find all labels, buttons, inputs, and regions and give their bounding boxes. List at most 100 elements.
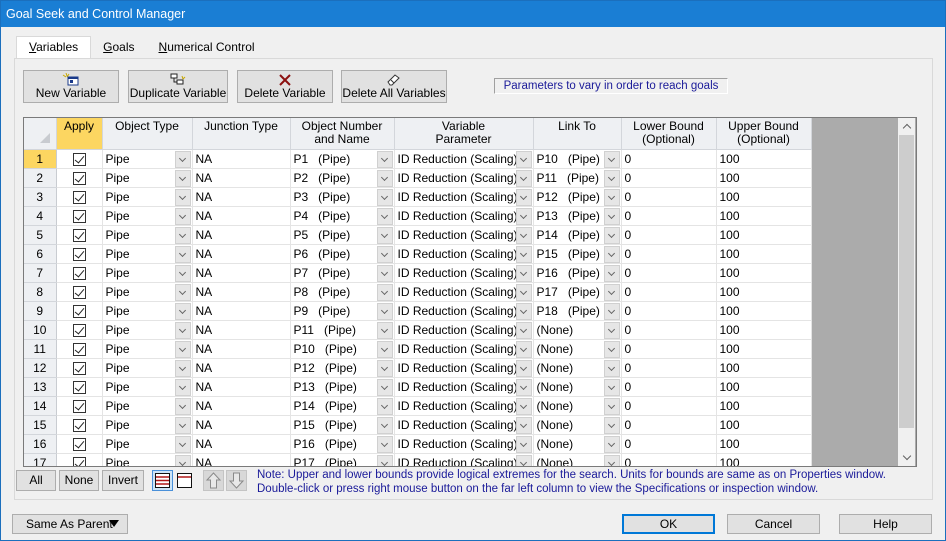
upper-bound-cell[interactable]: 100 (716, 244, 812, 264)
chevron-down-icon[interactable] (376, 359, 393, 376)
chevron-down-icon[interactable] (376, 435, 393, 452)
lower-bound-cell[interactable]: 0 (621, 225, 717, 245)
row-header[interactable]: 7 (24, 263, 57, 283)
object-type-cell[interactable]: Pipe (102, 301, 193, 321)
chevron-down-icon[interactable] (603, 454, 620, 466)
chevron-down-icon[interactable] (174, 150, 191, 167)
parameter-cell[interactable]: ID Reduction (Scaling) (394, 453, 534, 466)
object-cell[interactable]: P13 (Pipe) (290, 377, 395, 397)
move-up-button[interactable] (203, 470, 224, 491)
select-all-corner[interactable] (24, 118, 57, 150)
object-type-cell[interactable]: Pipe (102, 358, 193, 378)
chevron-down-icon[interactable] (515, 321, 532, 338)
object-cell[interactable]: P4 (Pipe) (290, 206, 395, 226)
link-to-cell[interactable]: (None) (533, 339, 622, 359)
lower-bound-cell[interactable]: 0 (621, 263, 717, 283)
chevron-down-icon[interactable] (603, 283, 620, 300)
lower-bound-cell[interactable]: 0 (621, 377, 717, 397)
chevron-down-icon[interactable] (603, 245, 620, 262)
chevron-down-icon[interactable] (174, 169, 191, 186)
row-header[interactable]: 16 (24, 434, 57, 454)
row-header[interactable]: 12 (24, 358, 57, 378)
link-to-cell[interactable]: (None) (533, 358, 622, 378)
column-header-link-to[interactable]: Link To (533, 118, 622, 150)
column-header-variable-parameter[interactable]: Variable Parameter (394, 118, 534, 150)
apply-checkbox[interactable] (72, 323, 86, 337)
apply-checkbox[interactable] (72, 399, 86, 413)
cancel-button[interactable]: Cancel (727, 514, 820, 534)
junction-type-cell[interactable]: NA (192, 168, 291, 188)
junction-type-cell[interactable]: NA (192, 377, 291, 397)
parameter-cell[interactable]: ID Reduction (Scaling) (394, 396, 534, 416)
junction-type-cell[interactable]: NA (192, 358, 291, 378)
link-to-cell[interactable]: (None) (533, 396, 622, 416)
lower-bound-cell[interactable]: 0 (621, 187, 717, 207)
upper-bound-cell[interactable]: 100 (716, 168, 812, 188)
column-header-apply[interactable]: Apply (56, 118, 103, 150)
chevron-down-icon[interactable] (174, 416, 191, 433)
chevron-down-icon[interactable] (603, 150, 620, 167)
chevron-down-icon[interactable] (603, 321, 620, 338)
chevron-down-icon[interactable] (174, 264, 191, 281)
link-to-cell[interactable]: (None) (533, 320, 622, 340)
chevron-down-icon[interactable] (515, 435, 532, 452)
chevron-down-icon[interactable] (603, 378, 620, 395)
object-cell[interactable]: P6 (Pipe) (290, 244, 395, 264)
apply-cell[interactable] (56, 320, 103, 340)
junction-type-cell[interactable]: NA (192, 282, 291, 302)
tab-numerical-control[interactable]: Numerical Control (147, 37, 267, 58)
vertical-scrollbar[interactable] (898, 118, 915, 466)
junction-type-cell[interactable]: NA (192, 415, 291, 435)
chevron-down-icon[interactable] (174, 435, 191, 452)
apply-cell[interactable] (56, 168, 103, 188)
chevron-down-icon[interactable] (515, 378, 532, 395)
lower-bound-cell[interactable]: 0 (621, 244, 717, 264)
parameter-cell[interactable]: ID Reduction (Scaling) (394, 358, 534, 378)
junction-type-cell[interactable]: NA (192, 263, 291, 283)
object-cell[interactable]: P10 (Pipe) (290, 339, 395, 359)
object-type-cell[interactable]: Pipe (102, 225, 193, 245)
object-cell[interactable]: P9 (Pipe) (290, 301, 395, 321)
column-header-junction-type[interactable]: Junction Type (192, 118, 291, 150)
ok-button[interactable]: OK (622, 514, 715, 534)
chevron-down-icon[interactable] (376, 188, 393, 205)
junction-type-cell[interactable]: NA (192, 453, 291, 466)
parameter-cell[interactable]: ID Reduction (Scaling) (394, 168, 534, 188)
link-to-cell[interactable]: (None) (533, 434, 622, 454)
apply-checkbox[interactable] (72, 456, 86, 466)
apply-cell[interactable] (56, 282, 103, 302)
tab-variables[interactable]: Variables (16, 36, 92, 59)
object-type-cell[interactable]: Pipe (102, 168, 193, 188)
object-type-cell[interactable]: Pipe (102, 415, 193, 435)
chevron-down-icon[interactable] (174, 283, 191, 300)
junction-type-cell[interactable]: NA (192, 339, 291, 359)
chevron-down-icon[interactable] (376, 283, 393, 300)
delete-all-variables-button[interactable]: Delete All Variables (341, 70, 447, 103)
same-as-parent-dropdown[interactable]: Same As Parent (12, 514, 128, 534)
row-header[interactable]: 3 (24, 187, 57, 207)
chevron-down-icon[interactable] (515, 150, 532, 167)
chevron-down-icon[interactable] (515, 397, 532, 414)
parameter-cell[interactable]: ID Reduction (Scaling) (394, 415, 534, 435)
row-header[interactable]: 5 (24, 225, 57, 245)
apply-checkbox[interactable] (72, 152, 86, 166)
row-header[interactable]: 9 (24, 301, 57, 321)
chevron-down-icon[interactable] (376, 245, 393, 262)
lower-bound-cell[interactable]: 0 (621, 453, 717, 466)
chevron-down-icon[interactable] (603, 264, 620, 281)
chevron-down-icon[interactable] (376, 321, 393, 338)
junction-type-cell[interactable]: NA (192, 244, 291, 264)
chevron-down-icon[interactable] (515, 169, 532, 186)
chevron-down-icon[interactable] (174, 226, 191, 243)
column-header-object-number[interactable]: Object Number and Name (290, 118, 395, 150)
junction-type-cell[interactable]: NA (192, 187, 291, 207)
lower-bound-cell[interactable]: 0 (621, 320, 717, 340)
upper-bound-cell[interactable]: 100 (716, 320, 812, 340)
apply-checkbox[interactable] (72, 209, 86, 223)
select-none-button[interactable]: None (59, 470, 99, 491)
chevron-down-icon[interactable] (515, 359, 532, 376)
apply-cell[interactable] (56, 453, 103, 466)
chevron-down-icon[interactable] (603, 435, 620, 452)
junction-type-cell[interactable]: NA (192, 434, 291, 454)
lower-bound-cell[interactable]: 0 (621, 358, 717, 378)
